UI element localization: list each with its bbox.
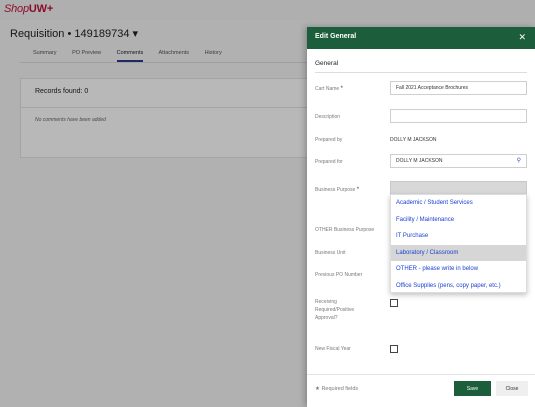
previous-po-label: Previous PO Number xyxy=(315,272,363,278)
save-button[interactable]: Save xyxy=(454,381,491,396)
panel-footer: ★ Required fields Save Close xyxy=(307,374,535,407)
business-purpose-label: Business Purpose * xyxy=(315,186,359,194)
receiving-label-line2: Required/Positive xyxy=(315,307,355,313)
business-unit-label: Business Unit xyxy=(315,250,346,256)
required-star: * xyxy=(356,187,360,193)
option-office-supplies[interactable]: Office Supplies (pens, copy paper, etc.) xyxy=(391,278,526,295)
receiving-label: Receiving Required/Positive Approval? xyxy=(315,298,354,322)
description-input[interactable] xyxy=(390,109,527,123)
close-button[interactable]: Close xyxy=(496,381,528,396)
description-label: Description xyxy=(315,114,341,120)
business-purpose-select[interactable] xyxy=(390,181,527,195)
prepared-for-value: DOLLY M JACKSON xyxy=(396,158,443,164)
other-business-purpose-label: OTHER Business Purpose xyxy=(315,227,375,233)
receiving-label-line3: Approval? xyxy=(315,315,338,321)
new-fiscal-year-checkbox[interactable] xyxy=(390,345,398,353)
section-title: General xyxy=(315,60,339,67)
search-icon[interactable]: ⚲ xyxy=(517,157,521,164)
panel-header: Edit General ✕ xyxy=(307,27,535,49)
required-star: * xyxy=(340,86,343,92)
prepared-for-input[interactable]: DOLLY M JACKSON ⚲ xyxy=(390,154,527,168)
receiving-checkbox[interactable] xyxy=(390,299,398,307)
prepared-for-label: Prepared for xyxy=(315,159,343,165)
close-icon[interactable]: ✕ xyxy=(518,32,526,43)
prepared-by-label: Prepared by xyxy=(315,137,343,143)
panel-title: Edit General xyxy=(315,33,357,40)
cart-name-label-text: Cart Name xyxy=(315,86,340,92)
option-laboratory[interactable]: Laboratory / Classroom xyxy=(391,244,526,261)
receiving-label-line1: Receiving xyxy=(315,299,337,305)
business-purpose-label-text: Business Purpose xyxy=(315,187,356,193)
section-divider xyxy=(315,72,527,73)
required-fields-note: ★ Required fields xyxy=(315,386,359,392)
option-other[interactable]: OTHER - please write in below xyxy=(391,261,526,278)
prepared-by-value: DOLLY M JACKSON xyxy=(390,137,437,143)
option-facility[interactable]: Facility / Maintenance xyxy=(391,212,526,229)
cart-name-label: Cart Name * xyxy=(315,85,343,93)
edit-general-panel: Edit General ✕ General Cart Name * Fall … xyxy=(307,27,535,407)
cart-name-input[interactable]: Fall 2021 Acceptance Brochures xyxy=(390,81,527,95)
option-it-purchase[interactable]: IT Purchase xyxy=(391,228,526,245)
business-purpose-dropdown: Academic / Student Services Facility / M… xyxy=(390,194,527,293)
new-fiscal-year-label: New Fiscal Year xyxy=(315,346,351,352)
option-academic[interactable]: Academic / Student Services xyxy=(391,195,526,212)
